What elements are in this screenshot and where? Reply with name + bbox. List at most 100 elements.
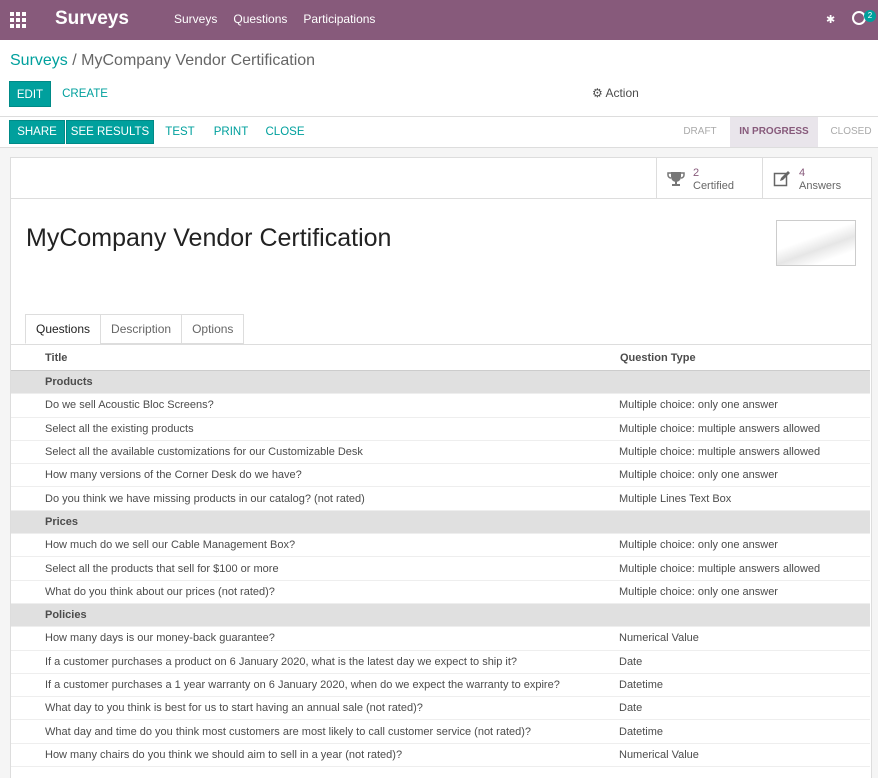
answers-stat-button[interactable]: 4 Answers bbox=[762, 158, 871, 198]
table-row[interactable]: Select all the available customizations … bbox=[11, 440, 870, 465]
certified-count: 2 bbox=[693, 167, 700, 179]
top-menu: Surveys Questions Participations bbox=[174, 12, 375, 26]
top-navbar: Surveys Surveys Questions Participations… bbox=[0, 0, 878, 40]
breadcrumb: Surveys / MyCompany Vendor Certification bbox=[10, 52, 315, 70]
column-question-type[interactable]: Question Type bbox=[619, 345, 870, 371]
gear-icon: ⚙ bbox=[592, 86, 603, 100]
table-row[interactable]: How many days is our money-back guarante… bbox=[11, 626, 870, 651]
question-title: Select all the products that sell for $1… bbox=[11, 556, 619, 581]
table-row[interactable]: How many versions of the Corner Desk do … bbox=[11, 463, 870, 488]
app-brand[interactable]: Surveys bbox=[55, 8, 129, 30]
section-title: Policies bbox=[11, 603, 619, 628]
survey-image[interactable] bbox=[776, 220, 856, 266]
question-type: Multiple choice: only one answer bbox=[619, 580, 870, 604]
table-row[interactable]: Select all the existing products Multiple… bbox=[11, 417, 870, 441]
question-title: Do we sell Acoustic Bloc Screens? bbox=[11, 393, 619, 418]
question-type: Multiple choice: only one answer bbox=[619, 533, 870, 558]
certified-label: Certified bbox=[693, 180, 734, 192]
section-title: Products bbox=[11, 370, 619, 395]
question-type: Date bbox=[619, 696, 870, 721]
activity-badge: 2 bbox=[864, 10, 876, 22]
section-row[interactable]: Policies bbox=[11, 603, 870, 628]
question-title: If a customer purchases a 1 year warrant… bbox=[11, 673, 619, 698]
see-results-button[interactable]: SEE RESULTS bbox=[66, 120, 154, 144]
menu-surveys[interactable]: Surveys bbox=[174, 12, 217, 26]
button-box: 2 Certified 4 Answers bbox=[11, 158, 871, 199]
question-title: How many days is our money-back guarante… bbox=[11, 626, 619, 651]
notebook-tabs: Questions Description Options bbox=[25, 314, 245, 344]
stage-in-progress[interactable]: IN PROGRESS bbox=[730, 117, 818, 147]
question-type: Datetime bbox=[619, 673, 870, 698]
question-title: Select all the available customizations … bbox=[11, 440, 619, 465]
table-row[interactable]: If a customer purchases a product on 6 J… bbox=[11, 650, 870, 674]
table-row[interactable]: What day and time do you think most cust… bbox=[11, 719, 870, 744]
print-button[interactable]: PRINT bbox=[208, 120, 254, 144]
test-button[interactable]: TEST bbox=[160, 120, 200, 144]
answers-label: Answers bbox=[799, 180, 842, 192]
question-type: Datetime bbox=[619, 719, 870, 744]
section-type-cell bbox=[619, 510, 870, 535]
question-title: What day and time do you think most cust… bbox=[11, 719, 619, 744]
debug-bug-icon[interactable]: ✱ bbox=[826, 13, 836, 26]
table-row[interactable]: How much do we sell our Cable Management… bbox=[11, 533, 870, 558]
certified-stat-button[interactable]: 2 Certified bbox=[656, 158, 762, 198]
question-title: What day to you think is best for us to … bbox=[11, 696, 619, 721]
edit-button[interactable]: EDIT bbox=[9, 81, 51, 107]
question-type: Multiple choice: multiple answers allowe… bbox=[619, 556, 870, 581]
column-title[interactable]: Title bbox=[11, 345, 619, 371]
control-panel: Surveys / MyCompany Vendor Certification… bbox=[0, 40, 878, 117]
table-header-row: Title Question Type bbox=[11, 345, 870, 371]
section-type-cell bbox=[619, 370, 870, 395]
question-type: Numerical Value bbox=[619, 743, 870, 768]
form-sheet: 2 Certified 4 Answers MyCompany Vendor C… bbox=[10, 157, 872, 778]
stage-closed[interactable]: CLOSED bbox=[824, 117, 878, 147]
stage-draft[interactable]: DRAFT bbox=[672, 117, 728, 147]
question-type: Multiple choice: only one answer bbox=[619, 393, 870, 418]
table-row[interactable]: Select all the products that sell for $1… bbox=[11, 556, 870, 581]
section-type-cell bbox=[619, 603, 870, 628]
menu-participations[interactable]: Participations bbox=[303, 12, 375, 26]
table-row[interactable]: If a customer purchases a 1 year warrant… bbox=[11, 673, 870, 698]
question-type: Multiple choice: multiple answers allowe… bbox=[619, 440, 870, 465]
question-title: How much do we sell our Cable Management… bbox=[11, 533, 619, 558]
question-type: Multiple choice: multiple answers allowe… bbox=[619, 417, 870, 441]
tab-questions[interactable]: Questions bbox=[25, 314, 102, 344]
share-button[interactable]: SHARE bbox=[9, 120, 65, 144]
question-type: Multiple Lines Text Box bbox=[619, 486, 870, 511]
action-label: Action bbox=[605, 86, 639, 100]
table-row[interactable]: What day to you think is best for us to … bbox=[11, 696, 870, 721]
question-title: What do you think about our prices (not … bbox=[11, 580, 619, 604]
breadcrumb-surveys-link[interactable]: Surveys bbox=[10, 52, 68, 69]
table-row[interactable]: How many chairs do you think we should a… bbox=[11, 743, 870, 768]
section-row[interactable]: Products bbox=[11, 370, 870, 395]
table-row[interactable]: What do you think about our prices (not … bbox=[11, 580, 870, 604]
questions-table-body: Products Do we sell Acoustic Bloc Screens… bbox=[11, 370, 870, 768]
action-dropdown[interactable]: ⚙ Action bbox=[592, 86, 639, 100]
question-title: Do you think we have missing products in… bbox=[11, 486, 619, 511]
create-button[interactable]: CREATE bbox=[58, 81, 112, 107]
question-type: Numerical Value bbox=[619, 626, 870, 651]
tab-description[interactable]: Description bbox=[100, 314, 183, 344]
menu-questions[interactable]: Questions bbox=[233, 12, 287, 26]
question-type: Multiple choice: only one answer bbox=[619, 463, 870, 488]
question-title: If a customer purchases a product on 6 J… bbox=[11, 650, 619, 674]
status-bar: SHARE SEE RESULTS TEST PRINT CLOSE DRAFT… bbox=[0, 117, 878, 148]
survey-title[interactable]: MyCompany Vendor Certification bbox=[26, 224, 391, 253]
breadcrumb-current: MyCompany Vendor Certification bbox=[81, 52, 316, 69]
section-title: Prices bbox=[11, 510, 619, 535]
table-row[interactable]: Do you think we have missing products in… bbox=[11, 486, 870, 511]
questions-table: Title Question Type Products Do we sell A… bbox=[11, 345, 870, 768]
question-title: How many versions of the Corner Desk do … bbox=[11, 463, 619, 488]
edit-pencil-icon bbox=[773, 171, 790, 187]
question-title: How many chairs do you think we should a… bbox=[11, 743, 619, 768]
question-type: Date bbox=[619, 650, 870, 674]
apps-menu-icon[interactable] bbox=[10, 12, 26, 28]
answers-count: 4 bbox=[799, 167, 806, 179]
section-row[interactable]: Prices bbox=[11, 510, 870, 535]
question-title: Select all the existing products bbox=[11, 417, 619, 441]
trophy-icon bbox=[667, 172, 685, 186]
close-button[interactable]: CLOSE bbox=[260, 120, 310, 144]
breadcrumb-separator: / bbox=[72, 52, 77, 69]
tab-options[interactable]: Options bbox=[181, 314, 245, 344]
table-row[interactable]: Do we sell Acoustic Bloc Screens? Multipl… bbox=[11, 393, 870, 418]
